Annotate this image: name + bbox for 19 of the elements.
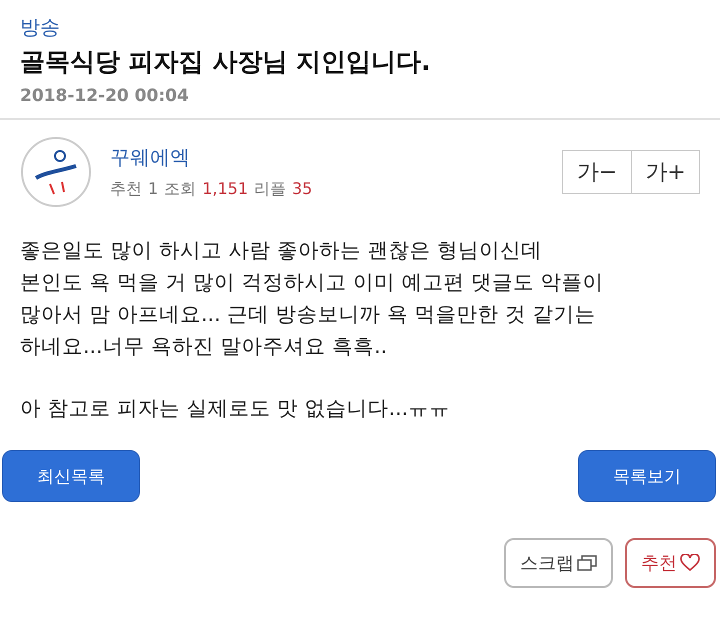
stat-label: 추천 — [110, 179, 142, 200]
copy-icon — [577, 555, 597, 571]
stat-value: 1,151 — [202, 179, 248, 200]
stat-value: 35 — [292, 179, 312, 200]
post-title: 골목식당 피자집 사장님 지인입니다. — [20, 46, 432, 78]
list-button[interactable]: 목록보기 — [578, 450, 716, 502]
post-date: 2018-12-20 00:04 — [20, 86, 190, 106]
stat-value: 1 — [148, 179, 158, 200]
avatar-icon — [20, 136, 92, 208]
post-paragraph: 아 참고로 피자는 실제로도 맛 없습니다...ㅠㅠ — [20, 395, 452, 422]
recommend-button[interactable]: 추천 — [625, 538, 716, 588]
post-paragraph: 좋은일도 많이 하시고 사람 좋아하는 괜찮은 형님이신데 본인도 욕 먹을 거 많이 걱정하시고 이미 예고편 댓글도 악플이 많아서 맘 아프네요... 근데 방송보니까 욕 먹을만한 것 같기는 하네요...너무 욕하진 말아주셔요 흑흑.. — [20, 237, 605, 360]
stat-label: 조회 — [164, 179, 196, 200]
list-button[interactable]: 최신목록 — [2, 450, 140, 502]
category-label[interactable]: 방송 — [20, 14, 700, 41]
heart-icon — [680, 554, 700, 572]
author-name[interactable]: 꾸웨에엑 — [110, 144, 544, 171]
stat-label: 리플 — [254, 179, 286, 200]
scrap-button[interactable]: 스크랩 — [504, 538, 613, 588]
